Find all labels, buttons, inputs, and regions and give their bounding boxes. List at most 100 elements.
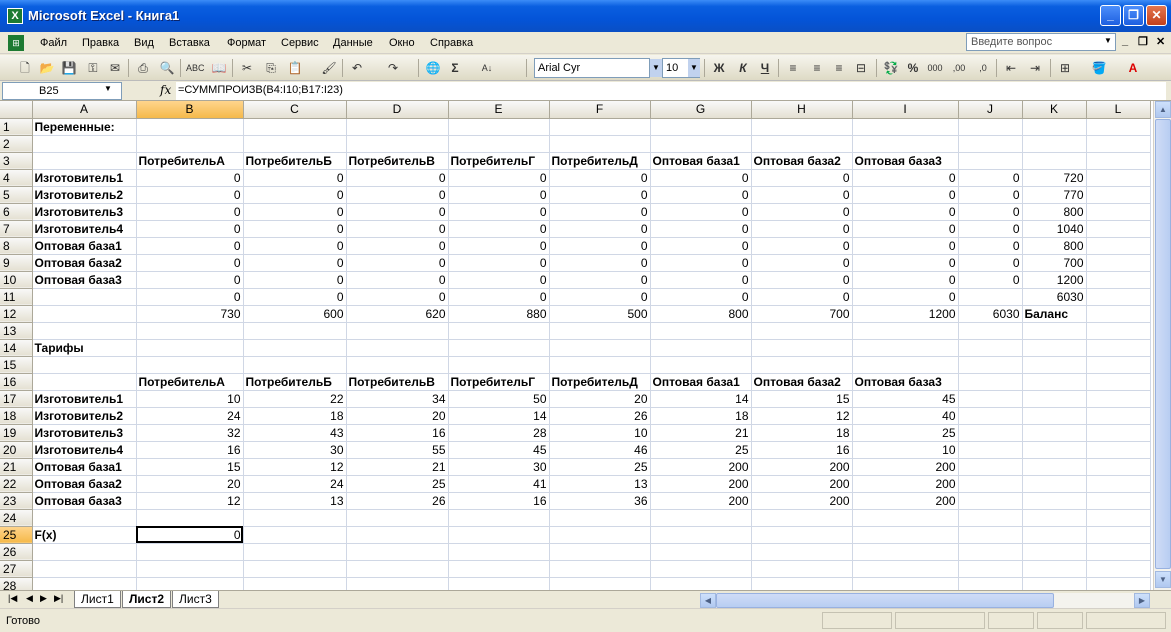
cell-h12[interactable]: 700	[751, 305, 853, 323]
cell-e22[interactable]: 41	[448, 475, 550, 493]
cell-a15[interactable]	[32, 356, 137, 374]
cell-l22[interactable]	[1086, 475, 1151, 493]
cell-e18[interactable]: 14	[448, 407, 550, 425]
cell-d26[interactable]	[346, 543, 449, 561]
cell-c22[interactable]: 24	[243, 475, 347, 493]
cell-g7[interactable]: 0	[650, 220, 752, 238]
cell-g15[interactable]	[650, 356, 752, 374]
cell-h1[interactable]	[751, 118, 853, 136]
cell-d12[interactable]: 620	[346, 305, 449, 323]
new-icon[interactable]: 🗋	[16, 59, 34, 77]
underline-button[interactable]: Ч	[756, 59, 774, 77]
cell-h13[interactable]	[751, 322, 853, 340]
cell-g18[interactable]: 18	[650, 407, 752, 425]
cell-l10[interactable]	[1086, 271, 1151, 289]
cell-g12[interactable]: 800	[650, 305, 752, 323]
cell-k19[interactable]	[1022, 424, 1087, 442]
column-header-l[interactable]: L	[1086, 101, 1151, 119]
row-header[interactable]: 28	[0, 577, 33, 590]
cell-e25[interactable]	[448, 526, 550, 544]
thousands-button[interactable]: 000	[926, 59, 944, 77]
format-painter-icon[interactable]: 🖌	[320, 59, 338, 77]
cell-e4[interactable]: 0	[448, 169, 550, 187]
cell-b20[interactable]: 16	[136, 441, 244, 459]
cell-j10[interactable]: 0	[958, 271, 1023, 289]
cell-h9[interactable]: 0	[751, 254, 853, 272]
cell-b24[interactable]	[136, 509, 244, 527]
cell-f18[interactable]: 26	[549, 407, 651, 425]
cell-e17[interactable]: 50	[448, 390, 550, 408]
cell-f8[interactable]: 0	[549, 237, 651, 255]
row-header[interactable]: 14	[0, 339, 33, 357]
cell-f24[interactable]	[549, 509, 651, 527]
cell-f26[interactable]	[549, 543, 651, 561]
cell-l5[interactable]	[1086, 186, 1151, 204]
row-header[interactable]: 9	[0, 254, 33, 272]
cell-a3[interactable]	[32, 152, 137, 170]
cell-k18[interactable]	[1022, 407, 1087, 425]
cell-b1[interactable]	[136, 118, 244, 136]
cell-k12[interactable]: Баланс	[1022, 305, 1087, 323]
permission-icon[interactable]: ⚿	[84, 59, 102, 77]
cell-b23[interactable]: 12	[136, 492, 244, 510]
cell-d11[interactable]: 0	[346, 288, 449, 306]
cell-a21[interactable]: Оптовая база1	[32, 458, 137, 476]
cell-i12[interactable]: 1200	[852, 305, 959, 323]
cell-b2[interactable]	[136, 135, 244, 153]
cell-i1[interactable]	[852, 118, 959, 136]
cell-d22[interactable]: 25	[346, 475, 449, 493]
cell-a18[interactable]: Изготовитель2	[32, 407, 137, 425]
cell-d3[interactable]: ПотребительВ	[346, 152, 449, 170]
close-button[interactable]: ✕	[1146, 5, 1167, 26]
cell-k9[interactable]: 700	[1022, 254, 1087, 272]
menu-tools[interactable]: Сервис	[281, 37, 319, 49]
cell-k16[interactable]	[1022, 373, 1087, 391]
cell-h18[interactable]: 12	[751, 407, 853, 425]
cell-d21[interactable]: 21	[346, 458, 449, 476]
cell-d13[interactable]	[346, 322, 449, 340]
cell-e1[interactable]	[448, 118, 550, 136]
cell-l25[interactable]	[1086, 526, 1151, 544]
cut-icon[interactable]: ✂	[238, 59, 256, 77]
cell-e12[interactable]: 880	[448, 305, 550, 323]
cell-a14[interactable]: Тарифы	[32, 339, 137, 357]
open-icon[interactable]: 📂	[38, 59, 56, 77]
cell-g22[interactable]: 200	[650, 475, 752, 493]
cell-h22[interactable]: 200	[751, 475, 853, 493]
cell-f15[interactable]	[549, 356, 651, 374]
cell-j13[interactable]	[958, 322, 1023, 340]
cell-k14[interactable]	[1022, 339, 1087, 357]
cell-f27[interactable]	[549, 560, 651, 578]
borders-icon[interactable]: ⊞	[1056, 59, 1074, 77]
cell-h20[interactable]: 16	[751, 441, 853, 459]
cell-j26[interactable]	[958, 543, 1023, 561]
currency-icon[interactable]: 💱	[882, 59, 900, 77]
cell-h11[interactable]: 0	[751, 288, 853, 306]
cell-j2[interactable]	[958, 135, 1023, 153]
cell-l20[interactable]	[1086, 441, 1151, 459]
cell-i9[interactable]: 0	[852, 254, 959, 272]
cell-e6[interactable]: 0	[448, 203, 550, 221]
cell-e23[interactable]: 16	[448, 492, 550, 510]
cell-l24[interactable]	[1086, 509, 1151, 527]
cell-h25[interactable]	[751, 526, 853, 544]
cell-c5[interactable]: 0	[243, 186, 347, 204]
decrease-indent-icon[interactable]: ⇤	[1002, 59, 1020, 77]
research-icon[interactable]: 📖	[210, 59, 228, 77]
cell-i27[interactable]	[852, 560, 959, 578]
cell-f7[interactable]: 0	[549, 220, 651, 238]
cell-l23[interactable]	[1086, 492, 1151, 510]
cell-c1[interactable]	[243, 118, 347, 136]
menu-edit[interactable]: Правка	[82, 37, 119, 49]
menu-insert[interactable]: Вставка	[169, 37, 210, 49]
cell-g2[interactable]	[650, 135, 752, 153]
tab-sheet2[interactable]: Лист2	[122, 591, 172, 608]
cell-a1[interactable]: Переменные:	[32, 118, 137, 136]
cell-e28[interactable]	[448, 577, 550, 590]
cell-l16[interactable]	[1086, 373, 1151, 391]
sort-ascending-icon[interactable]: A↓	[478, 59, 496, 77]
cell-g24[interactable]	[650, 509, 752, 527]
row-header[interactable]: 25	[0, 526, 33, 544]
cell-e10[interactable]: 0	[448, 271, 550, 289]
cell-l26[interactable]	[1086, 543, 1151, 561]
